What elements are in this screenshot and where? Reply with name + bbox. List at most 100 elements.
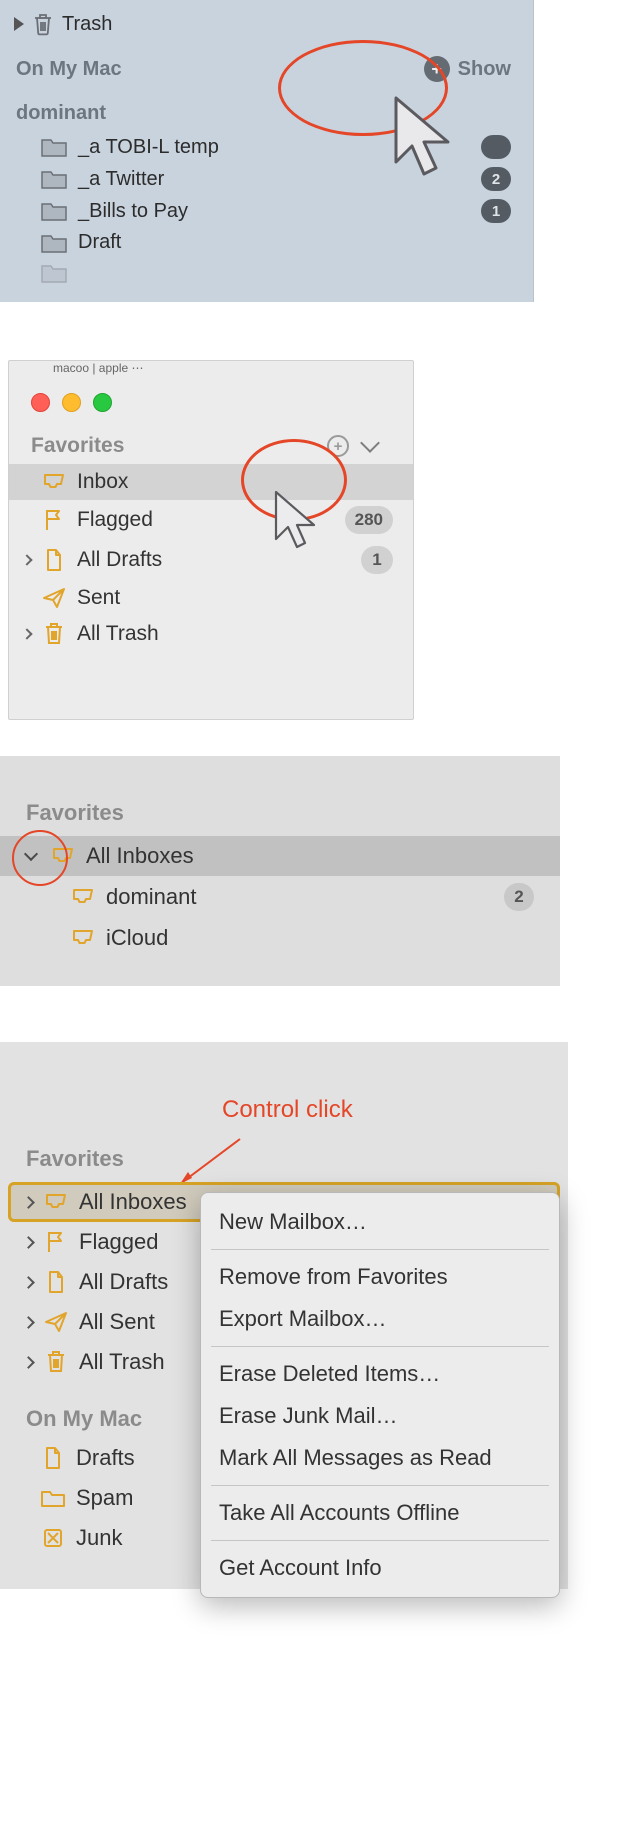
inbox-icon — [43, 1192, 69, 1212]
sidebar-item-account[interactable]: iCloud — [0, 918, 560, 958]
chevron-right-icon[interactable] — [22, 1276, 35, 1289]
folder-label: _a TOBI-L temp — [78, 136, 219, 159]
mail-sidebar-old: Trash On My Mac + Show dominant _a TOBI-… — [0, 0, 534, 302]
chevron-right-icon[interactable] — [21, 628, 32, 639]
folder-icon — [40, 168, 68, 190]
item-label: All Inboxes — [79, 1189, 187, 1215]
favorites-header: Favorites — [0, 800, 560, 836]
count-badge: 1 — [361, 546, 393, 574]
menu-item[interactable]: Mark All Messages as Read — [201, 1437, 559, 1479]
sidebar-item[interactable]: All Drafts 1 — [9, 540, 413, 580]
sidebar-item-all-inboxes[interactable]: All Inboxes — [0, 836, 560, 876]
sidebar-item-account[interactable]: dominant 2 — [0, 876, 560, 918]
chevron-right-icon[interactable] — [22, 1196, 35, 1209]
context-menu: New Mailbox… Remove from FavoritesExport … — [200, 1192, 560, 1598]
chevron-down-icon[interactable] — [360, 433, 380, 453]
item-label: All Drafts — [77, 548, 162, 572]
add-favorite-button[interactable]: + — [327, 435, 349, 457]
item-label: All Trash — [77, 622, 159, 646]
folder-icon — [40, 136, 68, 158]
inbox-icon — [50, 846, 76, 866]
flag-icon — [41, 508, 67, 532]
count-badge: 280 — [345, 506, 393, 534]
disclosure-triangle-icon[interactable] — [14, 17, 24, 31]
sidebar-folder[interactable]: _a TOBI-L temp — [0, 131, 533, 163]
item-label: Flagged — [77, 508, 153, 532]
menu-separator — [211, 1249, 549, 1250]
sidebar-folder[interactable]: _Bills to Pay 1 — [0, 195, 533, 227]
sidebar-item[interactable]: All Trash — [9, 616, 413, 652]
inbox-icon — [70, 928, 96, 948]
send-icon — [41, 587, 67, 609]
doc-icon — [41, 548, 67, 572]
all-inboxes-expanded: Favorites All Inboxes dominant 2 iCloud — [0, 756, 560, 986]
item-label: Sent — [77, 586, 120, 610]
section-header-on-my-mac: On My Mac + Show — [0, 42, 533, 88]
item-label: Drafts — [76, 1445, 135, 1471]
unread-badge: 2 — [504, 883, 534, 911]
inbox-icon — [41, 472, 67, 492]
folder-label: _a Twitter — [78, 168, 164, 191]
minimize-window-button[interactable] — [62, 393, 81, 412]
send-icon — [43, 1311, 69, 1333]
item-label: All Sent — [79, 1309, 155, 1335]
sidebar-item-trash[interactable]: Trash — [0, 8, 533, 42]
folder-icon — [40, 262, 68, 284]
favorites-header: Favorites — [0, 1146, 568, 1182]
section-label: On My Mac — [16, 58, 122, 81]
chevron-right-icon[interactable] — [22, 1316, 35, 1329]
chevron-right-icon[interactable] — [22, 1236, 35, 1249]
item-label: All Trash — [79, 1349, 165, 1375]
doc-icon — [43, 1270, 69, 1294]
sidebar-folder[interactable]: _a Twitter 2 — [0, 163, 533, 195]
trash-icon — [41, 622, 67, 646]
favorites-header: Favorites + — [9, 434, 413, 464]
item-label: Flagged — [79, 1229, 159, 1255]
item-label: Spam — [76, 1485, 133, 1511]
chevron-right-icon[interactable] — [22, 1356, 35, 1369]
menu-item[interactable]: Take All Accounts Offline — [201, 1492, 559, 1534]
window-controls — [9, 375, 413, 434]
zoom-window-button[interactable] — [93, 393, 112, 412]
menu-item[interactable]: Erase Junk Mail… — [201, 1395, 559, 1437]
folder-icon — [40, 1488, 66, 1508]
menu-separator — [211, 1540, 549, 1541]
add-mailbox-button[interactable]: + — [424, 56, 450, 82]
item-label: All Drafts — [79, 1269, 168, 1295]
trash-label: Trash — [62, 13, 112, 36]
close-window-button[interactable] — [31, 393, 50, 412]
tab-strip: macoo | apple ⋯ — [9, 361, 413, 375]
section-hover-controls: + Show — [424, 56, 511, 82]
chevron-down-icon[interactable] — [24, 847, 38, 861]
chevron-right-icon[interactable] — [21, 554, 32, 565]
inbox-icon — [70, 887, 96, 907]
folder-icon — [40, 200, 68, 222]
sidebar-item[interactable]: Flagged 280 — [9, 500, 413, 540]
folder-icon — [40, 232, 68, 254]
count-badge: 2 — [481, 167, 511, 191]
trash-icon — [32, 12, 54, 36]
menu-separator — [211, 1485, 549, 1486]
item-label: Junk — [76, 1525, 122, 1551]
folder-label: Draft — [78, 231, 121, 254]
sidebar-folder[interactable] — [0, 258, 533, 288]
mail-window-favorites: macoo | apple ⋯ Favorites + Inbox Flagge… — [8, 360, 414, 720]
annotation-label: Control click — [222, 1096, 353, 1124]
item-label: Inbox — [77, 470, 128, 494]
account-header: dominant — [0, 88, 533, 131]
junk-icon — [40, 1527, 66, 1549]
count-badge: 1 — [481, 199, 511, 223]
menu-item[interactable]: Get Account Info — [201, 1547, 559, 1589]
menu-item[interactable]: Remove from Favorites — [201, 1256, 559, 1298]
menu-item[interactable]: Export Mailbox… — [201, 1298, 559, 1340]
count-badge — [481, 135, 511, 159]
item-label: dominant — [106, 884, 197, 910]
menu-item[interactable]: Erase Deleted Items… — [201, 1353, 559, 1395]
sidebar-folder[interactable]: Draft — [0, 227, 533, 258]
folder-label: _Bills to Pay — [78, 200, 188, 223]
show-toggle[interactable]: Show — [458, 58, 511, 81]
menu-item[interactable]: New Mailbox… — [201, 1201, 559, 1243]
sidebar-item[interactable]: Inbox — [9, 464, 413, 500]
menu-separator — [211, 1346, 549, 1347]
sidebar-item[interactable]: Sent — [9, 580, 413, 616]
